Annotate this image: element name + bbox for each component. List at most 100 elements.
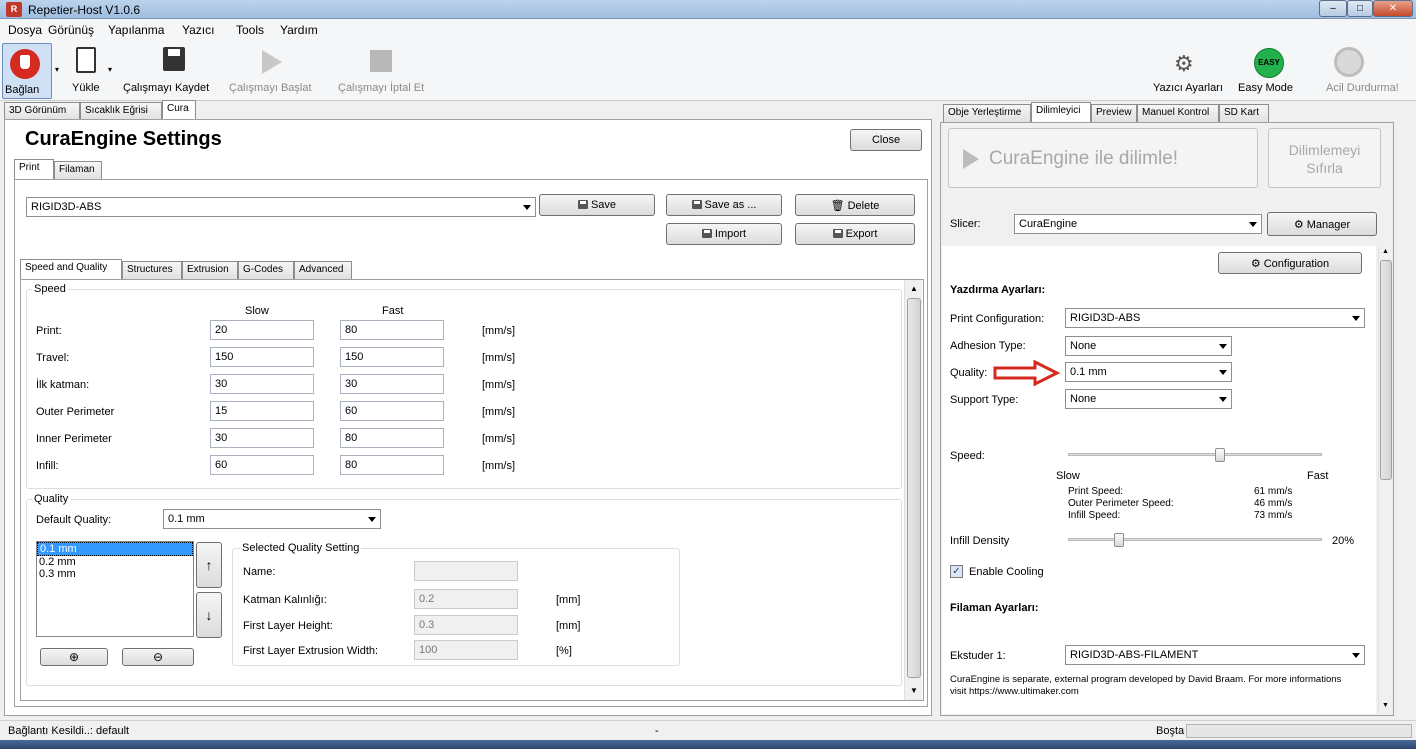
speed-print-slow-input[interactable]: 20 [210, 320, 314, 340]
menu-view[interactable]: Görünüş [48, 23, 94, 37]
tab-3d-view[interactable]: 3D Görünüm [4, 102, 80, 120]
delete-button[interactable]: 🗑 Delete [795, 194, 915, 216]
easy-mode-icon[interactable]: EASY [1254, 48, 1284, 78]
enable-cooling-checkbox[interactable]: ✓ [950, 565, 963, 578]
infill-slider-track[interactable] [1068, 533, 1322, 547]
tab-manual-control[interactable]: Manuel Kontrol [1137, 104, 1219, 122]
slicer-scrollbar-thumb[interactable] [1380, 260, 1392, 480]
tab-print[interactable]: Print [14, 159, 54, 179]
first-layer-width-input[interactable]: 100 [414, 640, 518, 660]
support-select[interactable]: None [1065, 389, 1232, 409]
layer-height-input[interactable]: 0.2 [414, 589, 518, 609]
speed-slider-track[interactable] [1068, 448, 1322, 462]
move-down-button[interactable]: ↓ [196, 592, 222, 638]
slow-header: Slow [245, 305, 269, 317]
quality-list[interactable]: 0.1 mm 0.2 mm 0.3 mm [36, 541, 194, 637]
scrollbar-thumb[interactable] [907, 298, 921, 678]
close-button[interactable]: Close [850, 129, 922, 151]
speed-slider-thumb[interactable] [1215, 448, 1225, 462]
scroll-up-icon[interactable]: ▲ [910, 284, 918, 293]
save-button[interactable]: Save [539, 194, 655, 216]
move-up-button[interactable]: ↑ [196, 542, 222, 588]
quality-group-title: Quality [32, 493, 71, 505]
load-dropdown-icon[interactable]: ▾ [108, 65, 112, 74]
tab-preview[interactable]: Preview [1091, 104, 1137, 122]
infill-slider-thumb[interactable] [1114, 533, 1124, 547]
save-as-button[interactable]: Save as ... [666, 194, 782, 216]
speed-first-layer-slow-input[interactable]: 30 [210, 374, 314, 394]
configuration-button[interactable]: ⚙ Configuration [1218, 252, 1362, 274]
manager-button[interactable]: ⚙ Manager [1267, 212, 1377, 236]
speed-infill-slow-input[interactable]: 60 [210, 455, 314, 475]
tab-filament[interactable]: Filaman [54, 161, 102, 179]
remove-quality-button[interactable]: ⊖ [122, 648, 194, 666]
extruder-label: Ekstuder 1: [950, 650, 1006, 662]
slicer-scrollbar[interactable]: ▲ ▼ [1378, 246, 1392, 714]
import-button[interactable]: Import [666, 223, 782, 245]
close-window-button[interactable]: ✕ [1373, 0, 1413, 17]
tab-structures[interactable]: Structures [122, 261, 182, 279]
speed-infill-fast-input[interactable]: 80 [340, 455, 444, 475]
speed-print-fast-input[interactable]: 80 [340, 320, 444, 340]
save-disk-icon[interactable] [163, 47, 185, 71]
minimize-button[interactable]: ‒ [1319, 0, 1347, 17]
tab-cura[interactable]: Cura [162, 100, 196, 120]
settings-scrollbar[interactable]: ▲ ▼ [904, 280, 922, 700]
default-quality-select[interactable]: 0.1 mm [163, 509, 381, 529]
support-value: None [1070, 393, 1097, 405]
quality-value: 0.1 mm [1070, 366, 1107, 378]
slicer-select[interactable]: CuraEngine [1014, 214, 1262, 234]
gear-icon[interactable]: ⚙ [1174, 51, 1194, 77]
list-item[interactable]: 0.3 mm [37, 568, 193, 580]
play-icon [262, 50, 282, 74]
page-title: CuraEngine Settings [25, 128, 222, 150]
default-quality-value: 0.1 mm [168, 513, 205, 525]
tab-temperature-curve[interactable]: Sıcaklık Eğrisi [80, 102, 162, 120]
speed-travel-slow-input[interactable]: 150 [210, 347, 314, 367]
speed-travel-fast-input[interactable]: 150 [340, 347, 444, 367]
menu-printer[interactable]: Yazıcı [182, 23, 214, 37]
tab-speed-quality[interactable]: Speed and Quality [20, 259, 122, 279]
quality-select[interactable]: 0.1 mm [1065, 362, 1232, 382]
scroll-down-icon[interactable]: ▼ [1382, 702, 1389, 709]
connect-button[interactable]: Bağlan [2, 43, 52, 99]
print-config-select[interactable]: RIGID3D-ABS [1065, 308, 1365, 328]
easy-mode-button[interactable]: Easy Mode [1238, 82, 1293, 94]
printer-settings-button[interactable]: Yazıcı Ayarları [1153, 82, 1223, 94]
scroll-up-icon[interactable]: ▲ [1382, 248, 1389, 255]
connect-dropdown-icon[interactable]: ▾ [55, 65, 59, 74]
menu-file[interactable]: Dosya [8, 23, 42, 37]
power-plug-icon [10, 49, 40, 79]
menu-config[interactable]: Yapılanma [108, 23, 164, 37]
tab-object-placement[interactable]: Obje Yerleştirme [943, 104, 1031, 122]
first-layer-height-input[interactable]: 0.3 [414, 615, 518, 635]
tab-advanced[interactable]: Advanced [294, 261, 352, 279]
save-job-button[interactable]: Çalışmayı Kaydet [123, 82, 209, 94]
tab-sd-card[interactable]: SD Kart [1219, 104, 1269, 122]
adhesion-select[interactable]: None [1065, 336, 1232, 356]
load-button[interactable]: Yükle [72, 82, 100, 94]
scroll-down-icon[interactable]: ▼ [910, 686, 918, 695]
speed-first-layer-fast-input[interactable]: 30 [340, 374, 444, 394]
quality-name-input[interactable] [414, 561, 518, 581]
speed-outer-perimeter-slow-input[interactable]: 15 [210, 401, 314, 421]
speed-inner-perimeter-fast-input[interactable]: 80 [340, 428, 444, 448]
menu-help[interactable]: Yardım [280, 23, 318, 37]
menu-tools[interactable]: Tools [236, 23, 264, 37]
adhesion-label: Adhesion Type: [950, 340, 1026, 352]
list-item[interactable]: 0.2 mm [37, 556, 193, 568]
speed-inner-perimeter-unit: [mm/s] [482, 433, 515, 445]
file-icon[interactable] [76, 47, 96, 73]
maximize-button[interactable]: □ [1347, 0, 1373, 17]
speed-inner-perimeter-slow-input[interactable]: 30 [210, 428, 314, 448]
export-button[interactable]: Export [795, 223, 915, 245]
speed-outer-perimeter-fast-input[interactable]: 60 [340, 401, 444, 421]
profile-select[interactable]: RIGID3D-ABS [26, 197, 536, 217]
infill-speed-label: Infill Speed: [1068, 510, 1121, 521]
tab-extrusion[interactable]: Extrusion [182, 261, 238, 279]
tab-slicer[interactable]: Dilimleyici [1031, 102, 1091, 122]
list-item[interactable]: 0.1 mm [37, 542, 193, 556]
extruder-select[interactable]: RIGID3D-ABS-FILAMENT [1065, 645, 1365, 665]
tab-gcodes[interactable]: G-Codes [238, 261, 294, 279]
add-quality-button[interactable]: ⊕ [40, 648, 108, 666]
